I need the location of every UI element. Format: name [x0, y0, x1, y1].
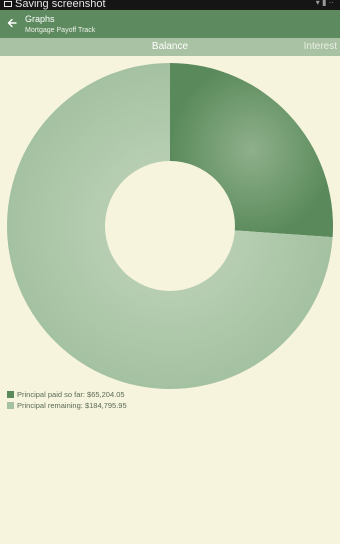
app-bar: Graphs Mortgage Payoff Track	[0, 10, 340, 38]
legend-item-remaining: Principal remaining: $184,795.95	[7, 400, 127, 411]
chart-legend: Principal paid so far: $65,204.05 Princi…	[7, 389, 127, 411]
notification-text: Saving screenshot	[15, 0, 106, 10]
legend-swatch-remaining	[7, 401, 14, 409]
tab-bar: Balance Interest	[0, 38, 340, 56]
status-icons: ▾ ▮ ··	[315, 0, 334, 7]
screenshot-icon	[4, 1, 12, 7]
tab-interest[interactable]: Interest	[304, 38, 337, 56]
legend-swatch-paid	[7, 390, 14, 398]
page-title: Graphs	[25, 14, 55, 24]
tab-balance[interactable]: Balance	[0, 38, 340, 56]
page-subtitle: Mortgage Payoff Track	[25, 27, 96, 34]
legend-item-paid: Principal paid so far: $65,204.05	[7, 389, 127, 400]
donut-hole	[105, 161, 235, 291]
status-bar: Saving screenshot ▾ ▮ ··	[0, 0, 340, 10]
legend-label-remaining: Principal remaining: $184,795.95	[17, 401, 127, 410]
back-arrow-icon[interactable]	[5, 16, 19, 30]
balance-donut-chart	[6, 63, 333, 390]
legend-label-paid: Principal paid so far: $65,204.05	[17, 390, 125, 399]
